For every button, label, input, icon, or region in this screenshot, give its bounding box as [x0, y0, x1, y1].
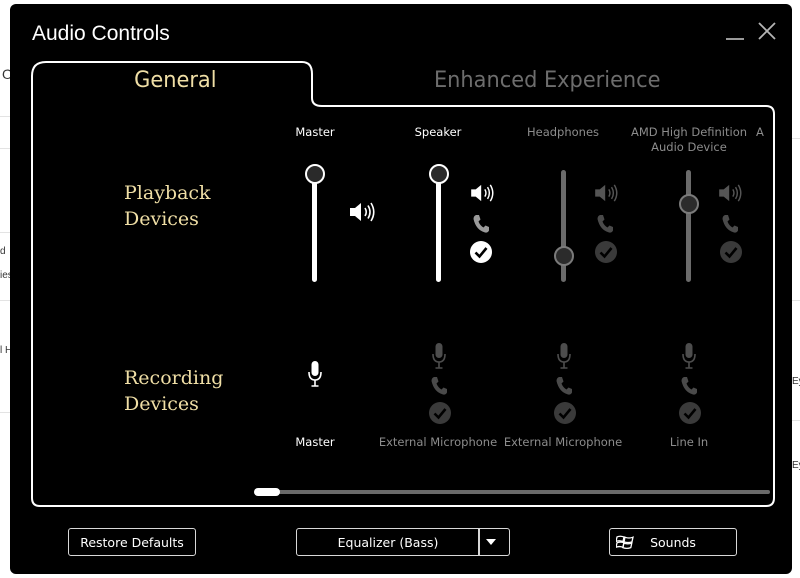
audio-controls-window: Audio Controls General Enhanced Experien…	[10, 4, 792, 574]
device-label-amd-hd-audio: AMD High Definition Audio Device	[630, 125, 748, 154]
slider-track	[312, 170, 317, 282]
phone-icon[interactable]	[472, 214, 490, 234]
phone-icon[interactable]	[680, 376, 698, 396]
horizontal-scrollbar[interactable]	[256, 490, 770, 494]
speaker-icon[interactable]	[717, 183, 745, 203]
slider-knob[interactable]	[679, 194, 699, 214]
recording-devices-label: Recording Devices	[124, 367, 224, 415]
phone-icon[interactable]	[721, 214, 739, 234]
restore-defaults-button[interactable]: Restore Defaults	[68, 528, 196, 556]
background-text: Ey	[792, 460, 800, 471]
device-label-clipped: A	[756, 125, 764, 139]
phone-icon[interactable]	[596, 214, 614, 234]
slider-track	[686, 170, 691, 282]
dropdown-divider	[478, 529, 480, 555]
microphone-icon[interactable]	[681, 342, 697, 370]
close-icon[interactable]	[756, 20, 778, 42]
recording-label-master: Master	[295, 435, 335, 449]
device-label-master: Master	[295, 125, 335, 139]
check-icon[interactable]	[428, 401, 452, 425]
sounds-label: Sounds	[650, 534, 696, 550]
device-label-headphones: Headphones	[526, 125, 600, 139]
recording-label-line-in: Line In	[669, 435, 709, 449]
phone-icon[interactable]	[555, 376, 573, 396]
equalizer-dropdown[interactable]: Equalizer (Bass)	[296, 528, 510, 556]
device-label-speaker: Speaker	[414, 125, 462, 139]
master-volume-slider[interactable]	[301, 162, 329, 288]
speaker-volume-slider[interactable]	[425, 162, 453, 288]
minimize-button[interactable]	[726, 38, 744, 40]
check-icon[interactable]	[553, 401, 577, 425]
window-title: Audio Controls	[32, 22, 170, 45]
speaker-icon[interactable]	[469, 183, 497, 203]
phone-icon[interactable]	[430, 376, 448, 396]
amd-volume-slider[interactable]	[675, 162, 703, 288]
tab-general[interactable]: General	[134, 68, 216, 93]
recording-label-external-mic: External Microphone	[503, 435, 623, 449]
slider-knob[interactable]	[305, 164, 325, 184]
check-icon[interactable]	[678, 401, 702, 425]
sounds-button[interactable]: Sounds	[609, 528, 737, 556]
slider-knob[interactable]	[429, 164, 449, 184]
microphone-icon[interactable]	[431, 342, 447, 370]
check-icon[interactable]	[594, 240, 618, 264]
check-icon[interactable]	[719, 240, 743, 264]
microphone-icon[interactable]	[556, 342, 572, 370]
background-text: d	[0, 246, 6, 257]
slider-knob[interactable]	[554, 246, 574, 266]
headphones-volume-slider[interactable]	[550, 162, 578, 288]
microphone-icon[interactable]	[307, 360, 323, 388]
speaker-icon[interactable]	[593, 183, 621, 203]
chevron-down-icon[interactable]	[485, 537, 497, 547]
windows-logo-icon	[616, 535, 634, 549]
recording-label-external-mic: External Microphone	[378, 435, 498, 449]
background-text: Ey	[792, 376, 800, 387]
restore-defaults-label: Restore Defaults	[80, 534, 184, 550]
check-icon[interactable]	[469, 240, 493, 264]
playback-devices-label: Playback Devices	[124, 182, 211, 230]
slider-track	[436, 170, 441, 282]
tab-panel-outline	[31, 61, 775, 507]
tab-enhanced-experience[interactable]: Enhanced Experience	[434, 68, 661, 93]
scrollbar-thumb[interactable]	[254, 488, 280, 496]
equalizer-selected-value: Equalizer (Bass)	[337, 534, 439, 550]
speaker-icon[interactable]	[348, 201, 378, 223]
